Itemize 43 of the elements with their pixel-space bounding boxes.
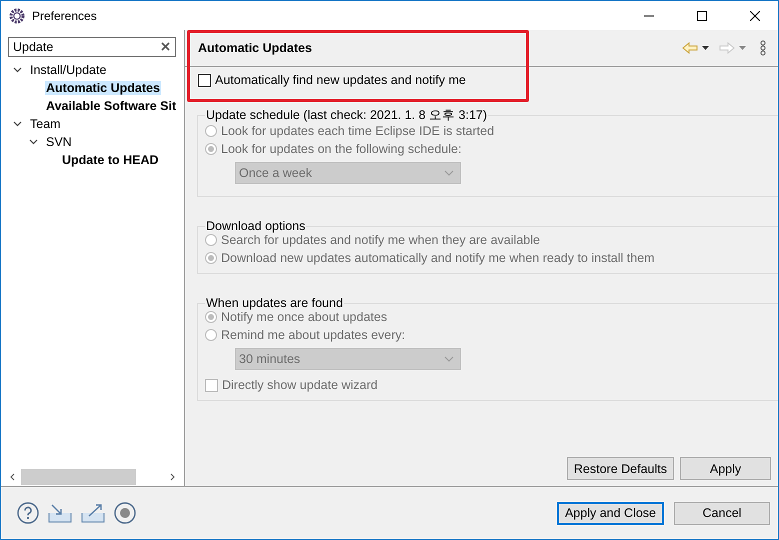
import-icon[interactable] [48, 503, 72, 523]
cancel-button[interactable]: Cancel [674, 502, 770, 524]
option-label: Search for updates and notify me when they are available [221, 233, 540, 247]
more-icon[interactable] [760, 40, 766, 56]
caret-icon[interactable] [702, 46, 709, 50]
chevron-down-icon [444, 356, 454, 362]
window-title: Preferences [32, 8, 98, 22]
scroll-left-icon[interactable] [9, 473, 17, 481]
option-label: Look for updates each time Eclipse IDE is started [221, 124, 494, 138]
option-label: Look for updates on the following schedule: [221, 142, 462, 156]
checkbox-label: Automatically find new updates and notify me [215, 73, 466, 87]
option-label: Directly show update wizard [222, 378, 378, 392]
tree-item[interactable]: Install/Update [29, 63, 108, 77]
option-label: Download new updates automatically and notify me when ready to install them [221, 251, 655, 265]
checkbox[interactable] [198, 74, 211, 86]
close-icon[interactable] [750, 10, 760, 20]
filter-field[interactable]: Update [8, 37, 176, 57]
group-title: Update schedule (last check: 2021. 1. 8 오후 3:17) [205, 107, 488, 124]
record-icon[interactable] [114, 502, 136, 524]
tree-item[interactable]: Automatic Updates [45, 81, 161, 95]
clear-icon[interactable] [161, 42, 170, 51]
group-title: Download options [205, 219, 306, 233]
restore-defaults-button[interactable]: Restore Defaults [566, 457, 674, 480]
expanded-chevron-icon[interactable] [13, 67, 22, 73]
apply-button[interactable]: Apply [680, 457, 771, 480]
help-icon[interactable] [17, 502, 39, 524]
export-icon[interactable] [81, 503, 105, 523]
chevron-down-icon [444, 170, 454, 176]
page-title: Automatic Updates [197, 41, 313, 55]
horizontal-scrollbar[interactable] [9, 469, 176, 485]
group-title: When updates are found [205, 296, 344, 310]
tree-item[interactable]: SVN [45, 135, 73, 149]
scroll-right-icon[interactable] [168, 473, 176, 481]
option-label: Remind me about updates every: [221, 328, 406, 342]
expanded-chevron-icon[interactable] [29, 139, 38, 145]
option-label: Notify me once about updates [221, 310, 388, 324]
gear-icon [9, 8, 25, 24]
tree-item[interactable]: Update to HEAD [61, 153, 160, 167]
tree-item[interactable]: Available Software Sit [45, 99, 178, 113]
expanded-chevron-icon[interactable] [13, 121, 22, 127]
tree-item[interactable]: Team [29, 117, 62, 131]
apply-and-close-button[interactable]: Apply and Close [556, 502, 664, 524]
maximize-icon[interactable] [697, 10, 707, 20]
